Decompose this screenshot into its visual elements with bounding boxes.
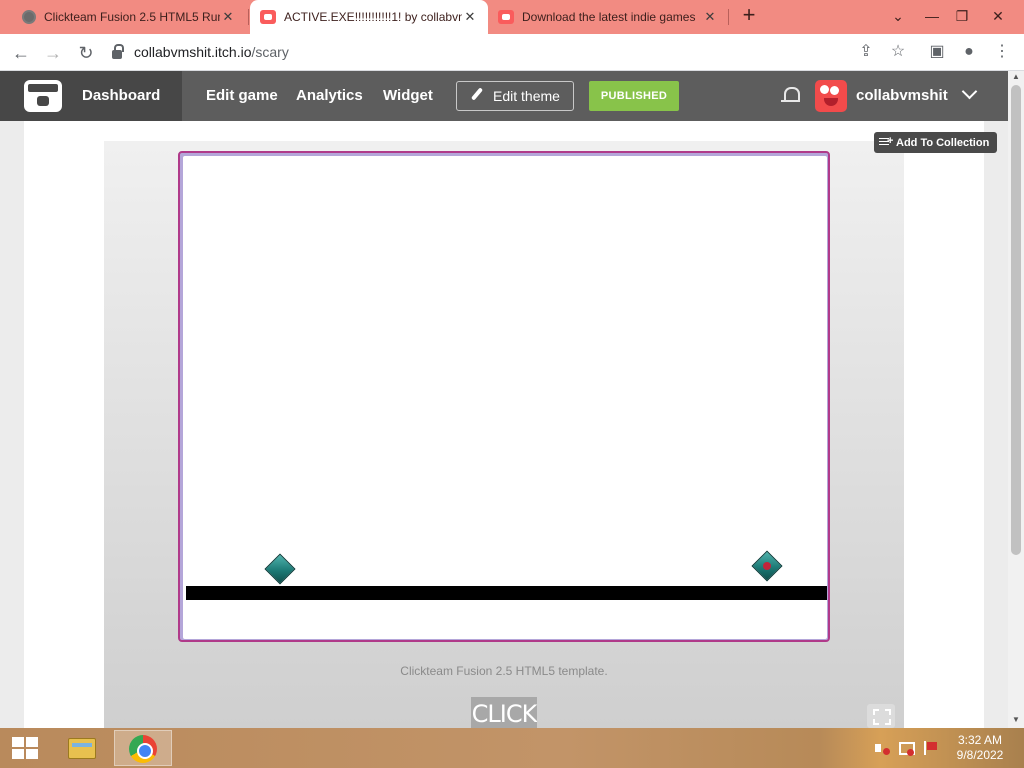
- bell-icon[interactable]: [781, 85, 800, 105]
- itch-icon: [498, 10, 514, 24]
- add-to-collection-button[interactable]: Add To Collection: [874, 132, 997, 153]
- ground-platform: [186, 586, 827, 600]
- url-host: collabvmshit.itch.io: [134, 44, 252, 60]
- dashboard-link[interactable]: Dashboard: [82, 71, 160, 121]
- new-tab-button[interactable]: +: [738, 4, 760, 28]
- username[interactable]: collabvmshit: [856, 71, 948, 121]
- tab-title: Download the latest indie games: [522, 10, 696, 24]
- forward-button[interactable]: →: [40, 40, 66, 66]
- chrome-icon: [129, 735, 157, 763]
- taskbar-chrome[interactable]: [114, 730, 172, 766]
- windows-start-icon[interactable]: [12, 737, 38, 759]
- profile-icon[interactable]: ●: [957, 40, 981, 64]
- game-frame: [178, 151, 830, 642]
- avatar[interactable]: [815, 80, 847, 112]
- system-clock[interactable]: 3:32 AM 9/8/2022: [944, 733, 1016, 763]
- globe-icon: [22, 10, 36, 24]
- speaker-muted-icon[interactable]: [874, 740, 890, 756]
- menu-icon[interactable]: ⋮: [990, 40, 1014, 64]
- minimize-button[interactable]: —: [918, 4, 946, 28]
- taskbar-file-explorer[interactable]: [52, 730, 110, 766]
- action-center-flag-icon[interactable]: [922, 740, 938, 756]
- game-canvas[interactable]: [183, 156, 827, 639]
- close-icon[interactable]: ✕: [462, 9, 478, 25]
- player-gem-sprite: [264, 553, 296, 585]
- url-path: /scary: [251, 44, 289, 60]
- clock-date: 9/8/2022: [956, 748, 1004, 762]
- itch-header-bar: Dashboard Edit game Analytics Widget Edi…: [0, 71, 1024, 121]
- page-scrollbar[interactable]: ▲ ▼: [1008, 71, 1024, 728]
- edit-game-link[interactable]: Edit game: [206, 71, 278, 121]
- windows-taskbar: 3:32 AM 9/8/2022: [0, 728, 1024, 768]
- close-icon[interactable]: ✕: [220, 9, 236, 25]
- analytics-link[interactable]: Analytics: [296, 71, 363, 121]
- share-icon[interactable]: ⇪: [854, 40, 878, 64]
- bookmark-star-icon[interactable]: ☆: [886, 40, 910, 64]
- tab-separator: [728, 9, 729, 25]
- lock-icon[interactable]: [112, 43, 124, 59]
- tab-search-button[interactable]: ⌄: [884, 4, 912, 28]
- tab-title: Clickteam Fusion 2.5 HTML5 Run: [44, 10, 220, 24]
- template-note: Clickteam Fusion 2.5 HTML5 template.: [400, 664, 608, 678]
- browser-toolbar: ← → ↻ collabvmshit.itch.io/scary ⇪ ☆ ▣ ●…: [0, 34, 1024, 71]
- published-badge[interactable]: PUBLISHED: [589, 81, 679, 111]
- browser-tab-strip: Clickteam Fusion 2.5 HTML5 Run ✕ ACTIVE.…: [0, 0, 1024, 34]
- add-list-icon: [879, 135, 893, 147]
- scroll-thumb[interactable]: [1011, 85, 1021, 555]
- tab-active-exe[interactable]: ACTIVE.EXE!!!!!!!!!!!1! by collabvm ✕: [250, 0, 488, 34]
- clock-time: 3:32 AM: [957, 733, 1003, 747]
- folder-icon: [68, 738, 96, 759]
- close-window-button[interactable]: ✕: [984, 4, 1012, 28]
- reload-button[interactable]: ↻: [73, 40, 99, 66]
- clickteam-logo[interactable]: CLICK: [471, 697, 537, 728]
- tab-separator: [248, 9, 249, 25]
- edit-theme-label: Edit theme: [493, 88, 560, 104]
- side-panel-icon[interactable]: ▣: [925, 40, 949, 64]
- chevron-down-icon[interactable]: [962, 88, 976, 102]
- game-page: Add To Collection Clickteam Fusion 2.5 H…: [0, 121, 1008, 728]
- scroll-down-arrow[interactable]: ▼: [1008, 714, 1024, 726]
- tab-clickteam[interactable]: Clickteam Fusion 2.5 HTML5 Run ✕: [12, 0, 246, 34]
- edit-theme-button[interactable]: Edit theme: [456, 81, 574, 111]
- restore-button[interactable]: ❐: [948, 4, 976, 28]
- back-button[interactable]: ←: [8, 40, 34, 66]
- enemy-gem-sprite: [751, 550, 783, 582]
- itch-icon: [260, 10, 276, 24]
- brush-icon: [469, 88, 485, 104]
- tab-title: ACTIVE.EXE!!!!!!!!!!!1! by collabvm: [284, 10, 462, 24]
- add-to-collection-label: Add To Collection: [896, 136, 990, 149]
- tab-download-indie-games[interactable]: Download the latest indie games ✕: [488, 0, 728, 34]
- widget-link[interactable]: Widget: [383, 71, 433, 121]
- itch-logo-icon[interactable]: [24, 80, 62, 112]
- url-text: collabvmshit.itch.io/scary: [134, 44, 289, 60]
- fullscreen-icon[interactable]: [867, 704, 895, 728]
- network-icon[interactable]: [898, 740, 915, 756]
- scroll-up-arrow[interactable]: ▲: [1008, 71, 1024, 83]
- itch-header-left: Dashboard: [0, 71, 182, 121]
- close-icon[interactable]: ✕: [702, 9, 718, 25]
- address-bar[interactable]: collabvmshit.itch.io/scary: [112, 38, 842, 66]
